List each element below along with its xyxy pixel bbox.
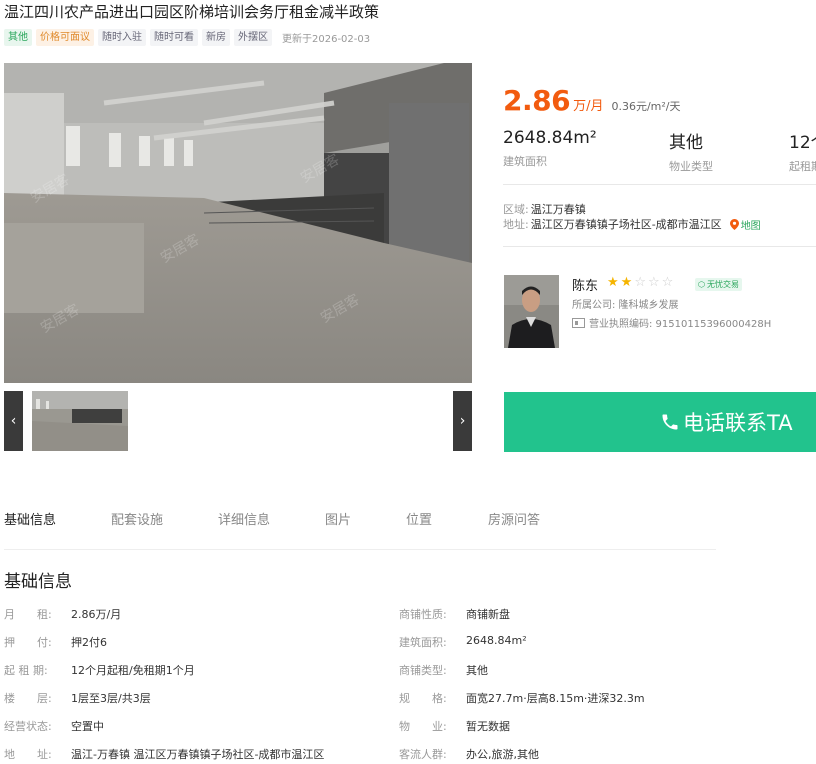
tag-viewing: 随时可看 [150,29,198,46]
tag-negotiable: 价格可面议 [36,29,94,46]
stat-type: 其他 物业类型 [669,128,713,174]
stat-area-value: 2648.84m² [503,128,597,148]
star-empty-icon: ☆ [661,275,674,290]
trust-badge-label: 无忧交易 [706,280,739,289]
tab-facilities[interactable]: 配套设施 [111,509,163,528]
info-value: 面宽27.7m·层高8.15m·进深32.3m [466,692,645,705]
stat-area-label: 建筑面积 [503,155,547,168]
tag-move-in: 随时入驻 [98,29,146,46]
tab-details[interactable]: 详细信息 [218,509,270,528]
info-value: 商铺新盘 [466,608,510,621]
thumbnail-1[interactable] [32,391,128,451]
stat-lease-value: 12个 [789,133,816,153]
call-agent-button[interactable]: 电话联系TA [504,392,816,452]
info-value: 其他 [466,664,488,677]
star-empty-icon: ☆ [647,275,660,290]
tab-photos[interactable]: 图片 [325,509,351,528]
info-value: 押2付6 [71,636,107,649]
agent-license-row: 营业执照编码: 91510115396000428H [572,315,771,330]
updated-date: 更新于2026-02-03 [282,34,371,45]
info-label: 建筑面积: [399,636,447,649]
chevron-right-icon: › [459,413,466,429]
main-photo[interactable]: 安居客 安居客 安居客 安居客 安居客 [4,63,472,383]
agent-name[interactable]: 陈东 [572,275,598,294]
info-label: 经营状态: [4,720,52,733]
area-label: 区域: [503,203,529,216]
map-link-label: 地图 [740,220,761,232]
info-label: 商铺类型: [399,664,447,677]
info-value: 1层至3层/共3层 [71,692,151,705]
info-label: 客流人群: [399,748,447,761]
address-row: 地址: 温江区万春镇镇子场社区-成都市温江区 地图 [503,216,761,232]
address-value: 温江区万春镇镇子场社区-成都市温江区 [530,218,722,231]
info-value: 暂无数据 [466,720,510,733]
chevron-left-icon: ‹ [10,413,17,429]
info-label: 月 租: [4,608,52,621]
shield-icon: ⬡ [698,280,705,289]
tag-outdoor: 外摆区 [234,29,272,46]
price-block: 2.86 万/月 0.36元/m²/天 [503,84,681,117]
info-label: 押 付: [4,636,52,649]
star-filled-icon: ★ [607,275,619,290]
tag-list: 其他 价格可面议 随时入驻 随时可看 新房 外摆区 更新于2026-02-03 [4,29,370,46]
info-value: 办公,旅游,其他 [466,748,539,761]
stat-type-label: 物业类型 [669,160,713,173]
info-label: 物 业: [399,720,447,733]
tab-qa[interactable]: 房源问答 [488,509,540,528]
thumbnail-strip: ‹ › [4,391,472,451]
tab-basic-info[interactable]: 基础信息 [4,509,56,528]
price-daily: 0.36元/m²/天 [611,100,681,113]
trust-badge: ⬡ 无忧交易 [695,278,742,291]
key-stats: 2648.84m² 建筑面积 其他 物业类型 12个 起租期 [503,128,816,174]
agent-company: 所属公司: 隆科城乡发展 [572,300,679,311]
agent-photo [504,275,559,348]
price-value: 2.86 [503,84,571,117]
next-photo-button[interactable]: › [453,391,472,451]
stat-lease-label: 起租期 [789,160,816,173]
map-pin-icon [729,218,739,230]
divider [503,246,816,247]
license-icon [572,317,585,328]
prev-photo-button[interactable]: ‹ [4,391,23,451]
tag-property-type: 其他 [4,29,32,46]
info-label: 地 址: [4,748,52,761]
info-value: 空置中 [71,720,104,733]
info-label: 商铺性质: [399,608,447,621]
info-label: 楼 层: [4,692,52,705]
stat-area: 2648.84m² 建筑面积 [503,128,597,169]
agent-license: 营业执照编码: 91510115396000428H [589,319,772,330]
phone-icon [662,414,678,430]
info-label: 规 格: [399,692,447,705]
star-empty-icon: ☆ [634,275,646,290]
tag-new: 新房 [202,29,230,46]
section-title: 基础信息 [4,572,72,592]
info-label: 起 租 期: [4,664,48,677]
stat-lease: 12个 起租期 [789,128,816,174]
address-label: 地址: [503,218,529,231]
info-value: 2648.84m² [466,634,527,647]
thumbnail-image [32,391,128,451]
agent-rating: ★ ★ ☆ ☆ ☆ [607,276,673,290]
detail-tabs: 基础信息 配套设施 详细信息 图片 位置 房源问答 [4,508,716,550]
hall-photo-image: 安居客 安居客 安居客 安居客 安居客 [4,63,472,383]
stat-type-value: 其他 [669,133,703,153]
info-value: 2.86万/月 [71,608,122,621]
map-link[interactable]: 地图 [729,217,761,232]
star-filled-icon: ★ [620,275,633,290]
price-unit: 万/月 [573,99,604,114]
area-row: 区域: 温江万春镇 [503,201,586,217]
info-value: 12个月起租/免租期1个月 [71,664,195,677]
agent-avatar[interactable] [504,275,559,348]
listing-title: 温江四川农产品进出口园区阶梯培训会务厅租金减半政策 [4,3,380,21]
call-button-label: 电话联系TA [683,411,793,435]
area-value[interactable]: 温江万春镇 [531,201,586,217]
info-value: 温江-万春镇 温江区万春镇镇子场社区-成都市温江区 [71,748,325,761]
tab-location[interactable]: 位置 [406,509,432,528]
divider [503,184,816,185]
